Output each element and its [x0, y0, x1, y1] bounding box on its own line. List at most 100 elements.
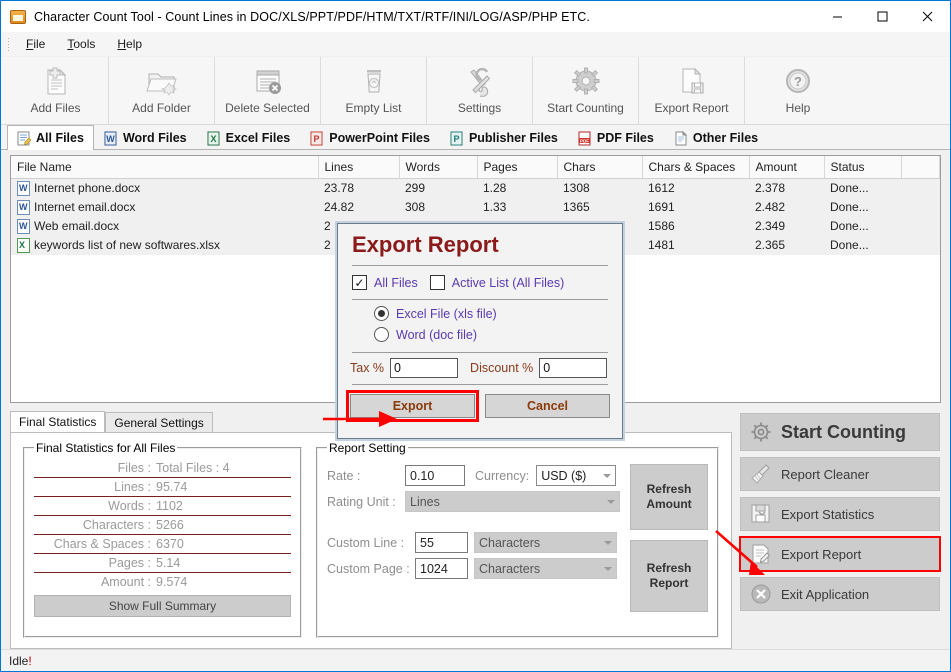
- cell-status: Done...: [830, 238, 869, 252]
- toolbar-start-counting[interactable]: Start Counting: [533, 57, 639, 124]
- toolbar-add-folder[interactable]: Add Folder: [109, 57, 215, 124]
- help-icon: ?: [781, 66, 815, 98]
- toolbar-empty-list[interactable]: Empty List: [321, 57, 427, 124]
- cell-chars-spaces: 1612: [648, 181, 675, 196]
- all-files-label: All Files: [374, 275, 418, 290]
- currency-select[interactable]: USD ($): [536, 465, 617, 487]
- cell-amount: 2.378: [755, 181, 786, 196]
- stat-value: Total Files : 4: [156, 461, 230, 476]
- col-lines[interactable]: Lines: [318, 156, 400, 179]
- discount-label: Discount %: [470, 361, 534, 375]
- chevron-down-icon: [604, 540, 612, 545]
- toolbar-delete-selected[interactable]: Delete Selected: [215, 57, 321, 124]
- tab-publisher-files[interactable]: P Publisher Files: [440, 126, 568, 149]
- maximize-button[interactable]: [860, 1, 905, 32]
- col-pages[interactable]: Pages: [477, 156, 558, 179]
- action-start-counting[interactable]: Start Counting: [740, 413, 940, 451]
- final-statistics-legend: Final Statistics for All Files: [36, 441, 176, 455]
- cell-pages: 1.28: [483, 181, 507, 196]
- toolbar: Add Files Add Folder Delete Selected Emp…: [1, 57, 950, 125]
- custom-page-unit-select[interactable]: Characters: [474, 558, 617, 580]
- active-list-checkbox-group[interactable]: Active List (All Files): [429, 275, 565, 290]
- active-list-label: Active List (All Files): [451, 275, 565, 290]
- custom-page-input[interactable]: 1024: [415, 558, 468, 580]
- tab-word-files[interactable]: W Word Files: [94, 126, 197, 149]
- discount-input[interactable]: 0: [539, 358, 608, 378]
- tab-other-files[interactable]: Other Files: [664, 126, 768, 149]
- cell-amount: 2.365: [755, 238, 786, 252]
- final-statistics-group: Final Statistics for All Files Files : T…: [23, 441, 302, 638]
- refresh-amount-button[interactable]: Refresh Amount: [630, 464, 708, 531]
- report-setting-group: Report Setting Rate : 0.10 Currency: USD…: [316, 441, 719, 638]
- tab-all-files[interactable]: All Files: [7, 125, 94, 150]
- app-icon: [10, 9, 26, 24]
- custom-line-unit-select[interactable]: Characters: [474, 532, 617, 554]
- menu-help[interactable]: Help: [106, 34, 153, 54]
- cell-status: Done...: [830, 181, 869, 196]
- rate-input[interactable]: 0.10: [405, 465, 465, 487]
- all-files-checkbox-group[interactable]: ✓ All Files: [352, 275, 418, 290]
- toolbar-delete-selected-label: Delete Selected: [225, 101, 310, 115]
- dialog-cancel-button[interactable]: Cancel: [485, 394, 610, 418]
- tab-general-settings[interactable]: General Settings: [105, 412, 213, 432]
- tab-excel-files[interactable]: X Excel Files: [197, 126, 301, 149]
- custom-page-unit-value: Characters: [479, 561, 541, 576]
- word-radio[interactable]: [374, 327, 389, 342]
- col-words[interactable]: Words: [399, 156, 478, 179]
- action-export-statistics[interactable]: Export Statistics: [740, 497, 940, 531]
- tab-excel-files-label: Excel Files: [225, 131, 291, 145]
- table-row[interactable]: Internet phone.docx 23.78 299 1.28 1308 …: [11, 178, 940, 198]
- toolbar-help[interactable]: ? Help: [745, 57, 851, 124]
- rate-label: Rate :: [327, 468, 361, 483]
- all-files-icon: [17, 131, 32, 146]
- rating-unit-select[interactable]: Lines: [405, 491, 620, 513]
- toolbar-add-files-label: Add Files: [30, 101, 81, 115]
- action-report-cleaner[interactable]: Report Cleaner: [740, 457, 940, 491]
- menu-tools[interactable]: Tools: [56, 34, 106, 54]
- export-statistics-icon: [750, 503, 772, 525]
- currency-label: Currency:: [475, 468, 530, 483]
- stat-key: Pages :: [108, 556, 151, 571]
- stat-value: 5.14: [156, 556, 181, 571]
- table-header-row: File Name Lines Words Pages Chars Chars …: [11, 156, 940, 179]
- table-row[interactable]: Internet email.docx 24.82 308 1.33 1365 …: [11, 197, 940, 217]
- stat-key: Amount :: [100, 575, 151, 590]
- tab-pdf-files[interactable]: PDF PDF Files: [568, 126, 664, 149]
- excel-radio-group[interactable]: Excel File (xls file): [338, 303, 622, 324]
- panel-body: Final Statistics for All Files Files : T…: [10, 432, 732, 649]
- excel-radio[interactable]: [374, 306, 389, 321]
- custom-line-input[interactable]: 55: [415, 532, 468, 554]
- refresh-report-button[interactable]: Refresh Report: [630, 540, 708, 613]
- col-amount[interactable]: Amount: [749, 156, 825, 179]
- toolbar-add-folder-label: Add Folder: [132, 101, 191, 115]
- chevron-down-icon: [607, 499, 615, 504]
- toolbar-export-report[interactable]: Export Report: [639, 57, 745, 124]
- active-list-checkbox[interactable]: [429, 275, 445, 290]
- menu-file[interactable]: FFileile: [15, 34, 56, 54]
- col-file-name[interactable]: File Name: [11, 156, 319, 179]
- close-button[interactable]: [905, 1, 950, 32]
- word-radio-group[interactable]: Word (doc file): [338, 324, 622, 345]
- col-chars[interactable]: Chars: [557, 156, 643, 179]
- stat-value: 1102: [156, 499, 183, 514]
- col-chars-spaces[interactable]: Chars & Spaces: [642, 156, 750, 179]
- col-status[interactable]: Status: [824, 156, 902, 179]
- cell-status: Done...: [830, 219, 869, 233]
- all-files-checkbox[interactable]: ✓: [352, 275, 367, 290]
- tab-final-statistics[interactable]: Final Statistics: [10, 411, 106, 432]
- report-setting-legend: Report Setting: [329, 441, 406, 455]
- window-title: Character Count Tool - Count Lines in DO…: [34, 9, 590, 24]
- svg-text:X: X: [210, 134, 216, 144]
- word-label: Word (doc file): [396, 327, 478, 342]
- toolbar-add-files[interactable]: Add Files: [3, 57, 109, 124]
- chevron-down-icon: [603, 473, 612, 478]
- tax-input[interactable]: 0: [390, 358, 459, 378]
- minimize-button[interactable]: [815, 1, 860, 32]
- tab-powerpoint-files[interactable]: P PowerPoint Files: [300, 126, 440, 149]
- currency-value: USD ($): [541, 468, 587, 483]
- svg-text:?: ?: [794, 74, 802, 89]
- show-full-summary-button[interactable]: Show Full Summary: [34, 595, 291, 618]
- toolbar-empty-list-label: Empty List: [345, 101, 402, 115]
- toolbar-settings[interactable]: Settings: [427, 57, 533, 124]
- file-name-text: Internet phone.docx: [34, 181, 141, 196]
